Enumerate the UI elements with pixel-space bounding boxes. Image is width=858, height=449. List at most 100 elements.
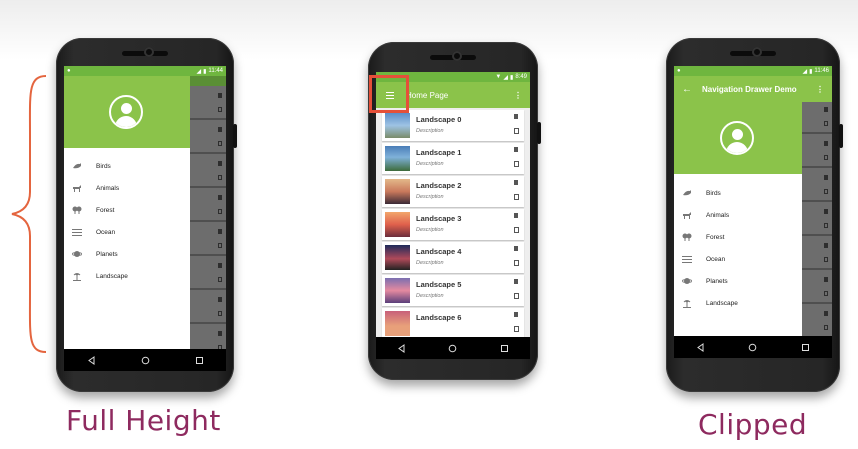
- drawer-item-animals[interactable]: Animals: [674, 204, 802, 226]
- thumbnail-image: [385, 311, 410, 336]
- list-item[interactable]: Landscape 5 Description: [382, 275, 524, 306]
- curly-bracket: [11, 75, 47, 353]
- delete-icon[interactable]: [514, 312, 518, 317]
- bookmark-icon[interactable]: [514, 161, 519, 167]
- thumbnail-image: [385, 146, 410, 171]
- bookmark-icon[interactable]: [514, 227, 519, 233]
- animal-icon: [676, 211, 698, 219]
- notification-icon: ●: [67, 68, 71, 74]
- delete-icon[interactable]: [514, 213, 518, 218]
- animal-icon: [66, 184, 88, 192]
- battery-icon: ▮: [510, 74, 514, 81]
- screen-right: ● ◢ ▮ 11:46 ← Navigation Drawer Demo ⋮ B…: [674, 66, 832, 358]
- home-icon[interactable]: [448, 344, 457, 353]
- avatar: [109, 95, 143, 129]
- phone-right: ● ◢ ▮ 11:46 ← Navigation Drawer Demo ⋮ B…: [666, 38, 843, 392]
- notification-icon: ●: [677, 68, 681, 74]
- drawer-item-planets[interactable]: Planets: [64, 243, 190, 265]
- delete-icon[interactable]: [514, 279, 518, 284]
- list-item[interactable]: Landscape 1 Description: [382, 143, 524, 174]
- drawer-item-forest[interactable]: Forest: [674, 226, 802, 248]
- system-nav-bar: [674, 336, 832, 358]
- phone-left: ● ◢ ▮ 11:44 Birds Animals Forest Ocean P…: [56, 38, 237, 392]
- bookmark-icon[interactable]: [514, 293, 519, 299]
- landscape-list: Landscape 0 Description Landscape 1 Desc…: [376, 108, 530, 337]
- back-icon[interactable]: [696, 342, 705, 352]
- overflow-menu-icon[interactable]: ⋮: [816, 85, 824, 94]
- bookmark-icon[interactable]: [514, 128, 519, 134]
- bird-icon: [66, 162, 88, 170]
- status-time: 8:49: [515, 74, 527, 80]
- recents-icon[interactable]: [195, 356, 204, 365]
- delete-icon[interactable]: [514, 147, 518, 152]
- signal-icon: ◢: [196, 68, 202, 75]
- status-bar: ● ◢ ▮ 11:44: [64, 66, 226, 76]
- page-title: Navigation Drawer Demo: [702, 84, 797, 94]
- forest-icon: [676, 233, 698, 241]
- status-bar: ● ◢ ▮ 11:46: [674, 66, 832, 76]
- system-nav-bar: [376, 337, 530, 359]
- ocean-icon: [676, 255, 698, 263]
- battery-icon: ▮: [809, 68, 813, 75]
- list-behind-drawer: [190, 76, 226, 358]
- drawer-header: [64, 76, 190, 148]
- battery-icon: ▮: [203, 68, 207, 75]
- status-time: 11:44: [208, 68, 223, 74]
- bookmark-icon[interactable]: [514, 194, 519, 200]
- planet-icon: [676, 277, 698, 285]
- bird-icon: [676, 189, 698, 197]
- caption-clipped: Clipped: [698, 408, 808, 441]
- thumbnail-image: [385, 212, 410, 237]
- list-item[interactable]: Landscape 3 Description: [382, 209, 524, 240]
- recents-icon[interactable]: [801, 343, 810, 352]
- recents-icon[interactable]: [500, 344, 509, 353]
- thumbnail-image: [385, 179, 410, 204]
- delete-icon[interactable]: [514, 114, 518, 119]
- signal-icon: ◢: [802, 68, 808, 75]
- landscape-icon: [676, 299, 698, 308]
- back-icon[interactable]: [397, 343, 406, 353]
- delete-icon[interactable]: [514, 180, 518, 185]
- list-item[interactable]: Landscape 6: [382, 308, 524, 337]
- drawer-item-birds[interactable]: Birds: [674, 182, 802, 204]
- screen-left: ● ◢ ▮ 11:44 Birds Animals Forest Ocean P…: [64, 66, 226, 371]
- list-behind-drawer: [802, 102, 832, 338]
- drawer-item-animals[interactable]: Animals: [64, 177, 190, 199]
- thumbnail-image: [385, 245, 410, 270]
- bookmark-icon[interactable]: [514, 260, 519, 266]
- hamburger-highlight-box: [369, 75, 409, 113]
- thumbnail-image: [385, 278, 410, 303]
- overflow-menu-icon[interactable]: ⋮: [514, 91, 522, 100]
- planet-icon: [66, 250, 88, 258]
- drawer-item-landscape[interactable]: Landscape: [674, 292, 802, 314]
- app-bar: ← Navigation Drawer Demo ⋮: [674, 76, 832, 102]
- status-time: 11:46: [814, 68, 829, 74]
- delete-icon[interactable]: [514, 246, 518, 251]
- home-icon[interactable]: [141, 356, 150, 365]
- drawer-item-planets[interactable]: Planets: [674, 270, 802, 292]
- system-nav-bar: [64, 349, 226, 371]
- back-arrow-icon[interactable]: ←: [682, 84, 692, 95]
- avatar: [720, 121, 754, 155]
- drawer-item-landscape[interactable]: Landscape: [64, 265, 190, 287]
- page-title: Home Page: [406, 90, 449, 100]
- list-item[interactable]: Landscape 0 Description: [382, 110, 524, 141]
- ocean-icon: [66, 228, 88, 236]
- wifi-icon: ▼: [495, 74, 502, 80]
- navigation-drawer[interactable]: Birds Animals Forest Ocean Planets Lands…: [674, 102, 802, 336]
- screen-center: ● ▼ ◢ ▮ 8:49 Home Page ⋮ Landscape 0 Des…: [376, 72, 530, 359]
- drawer-header: [674, 102, 802, 174]
- back-icon[interactable]: [87, 355, 96, 365]
- drawer-item-ocean[interactable]: Ocean: [64, 221, 190, 243]
- drawer-item-forest[interactable]: Forest: [64, 199, 190, 221]
- list-item[interactable]: Landscape 2 Description: [382, 176, 524, 207]
- forest-icon: [66, 206, 88, 214]
- landscape-icon: [66, 272, 88, 281]
- home-icon[interactable]: [748, 343, 757, 352]
- navigation-drawer[interactable]: Birds Animals Forest Ocean Planets Lands…: [64, 76, 190, 349]
- list-item[interactable]: Landscape 4 Description: [382, 242, 524, 273]
- drawer-item-birds[interactable]: Birds: [64, 155, 190, 177]
- bookmark-icon[interactable]: [514, 326, 519, 332]
- drawer-item-ocean[interactable]: Ocean: [674, 248, 802, 270]
- thumbnail-image: [385, 113, 410, 138]
